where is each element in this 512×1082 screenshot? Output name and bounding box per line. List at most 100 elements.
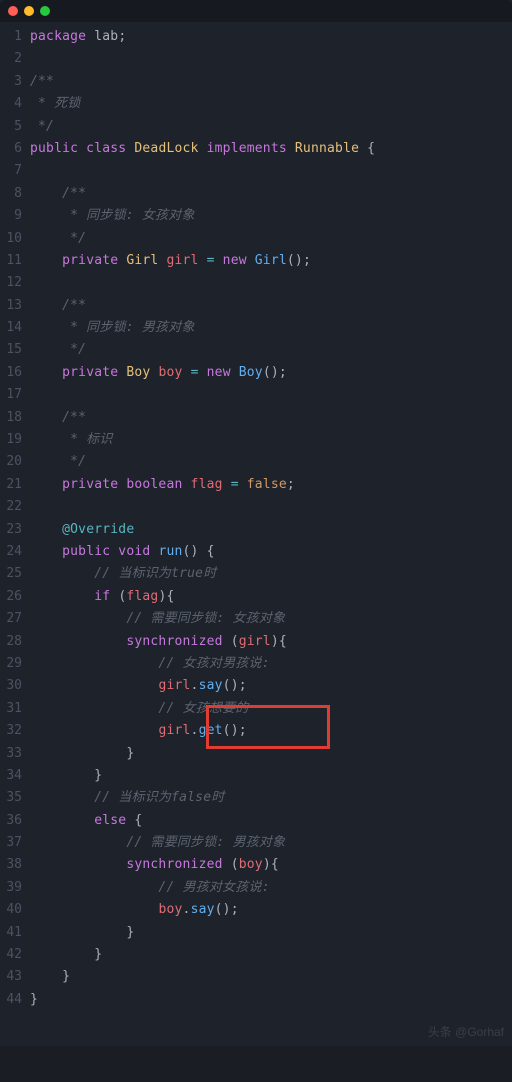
code-line[interactable]: 17	[0, 384, 512, 406]
code-line[interactable]: 44}	[0, 989, 512, 1011]
code-line[interactable]: 25 // 当标识为true时	[0, 563, 512, 585]
code-line[interactable]: 19 * 标识	[0, 429, 512, 451]
code-line[interactable]: 9 * 同步锁: 女孩对象	[0, 205, 512, 227]
code-content: }	[30, 922, 512, 944]
line-number: 1	[0, 26, 30, 48]
line-number: 43	[0, 966, 30, 988]
code-line[interactable]: 8 /**	[0, 183, 512, 205]
line-number: 15	[0, 339, 30, 361]
line-number: 29	[0, 653, 30, 675]
line-number: 26	[0, 586, 30, 608]
line-number: 13	[0, 295, 30, 317]
code-line[interactable]: 38 synchronized (boy){	[0, 854, 512, 876]
code-line[interactable]: 24 public void run() {	[0, 541, 512, 563]
code-line[interactable]: 31 // 女孩想要的	[0, 698, 512, 720]
line-number: 16	[0, 362, 30, 384]
code-line[interactable]: 30 girl.say();	[0, 675, 512, 697]
code-content: }	[30, 743, 512, 765]
code-content: boy.say();	[30, 899, 512, 921]
zoom-icon[interactable]	[40, 6, 50, 16]
code-line[interactable]: 15 */	[0, 339, 512, 361]
code-editor[interactable]: 1package lab;23/**4 * 死锁5 */6public clas…	[0, 22, 512, 1019]
code-line[interactable]: 36 else {	[0, 810, 512, 832]
line-number: 19	[0, 429, 30, 451]
code-content: // 女孩对男孩说:	[30, 653, 512, 675]
code-content: synchronized (girl){	[30, 631, 512, 653]
line-number: 9	[0, 205, 30, 227]
code-line[interactable]: 34 }	[0, 765, 512, 787]
code-line[interactable]: 28 synchronized (girl){	[0, 631, 512, 653]
code-content: else {	[30, 810, 512, 832]
code-line[interactable]: 14 * 同步锁: 男孩对象	[0, 317, 512, 339]
code-content: * 标识	[30, 429, 512, 451]
line-number: 24	[0, 541, 30, 563]
code-line[interactable]: 18 /**	[0, 407, 512, 429]
code-line[interactable]: 7	[0, 160, 512, 182]
minimize-icon[interactable]	[24, 6, 34, 16]
line-number: 41	[0, 922, 30, 944]
code-line[interactable]: 12	[0, 272, 512, 294]
code-line[interactable]: 43 }	[0, 966, 512, 988]
code-content: * 死锁	[30, 93, 512, 115]
line-number: 10	[0, 228, 30, 250]
code-line[interactable]: 22	[0, 496, 512, 518]
code-content: * 同步锁: 女孩对象	[30, 205, 512, 227]
code-content: public void run() {	[30, 541, 512, 563]
line-number: 30	[0, 675, 30, 697]
code-line[interactable]: 40 boy.say();	[0, 899, 512, 921]
code-line[interactable]: 6public class DeadLock implements Runnab…	[0, 138, 512, 160]
code-content: /**	[30, 407, 512, 429]
code-content: // 当标识为true时	[30, 563, 512, 585]
code-content: girl.say();	[30, 675, 512, 697]
line-number: 3	[0, 71, 30, 93]
code-line[interactable]: 3/**	[0, 71, 512, 93]
code-line[interactable]: 42 }	[0, 944, 512, 966]
code-content: if (flag){	[30, 586, 512, 608]
code-line[interactable]: 21 private boolean flag = false;	[0, 474, 512, 496]
code-content: private Girl girl = new Girl();	[30, 250, 512, 272]
code-line[interactable]: 29 // 女孩对男孩说:	[0, 653, 512, 675]
code-line[interactable]: 20 */	[0, 451, 512, 473]
code-line[interactable]: 23 @Override	[0, 519, 512, 541]
code-line[interactable]: 27 // 需要同步锁: 女孩对象	[0, 608, 512, 630]
code-content: /**	[30, 295, 512, 317]
code-line[interactable]: 37 // 需要同步锁: 男孩对象	[0, 832, 512, 854]
code-line[interactable]: 10 */	[0, 228, 512, 250]
code-line[interactable]: 13 /**	[0, 295, 512, 317]
line-number: 22	[0, 496, 30, 518]
line-number: 33	[0, 743, 30, 765]
code-content: */	[30, 451, 512, 473]
code-line[interactable]: 2	[0, 48, 512, 70]
code-line[interactable]: 16 private Boy boy = new Boy();	[0, 362, 512, 384]
code-line[interactable]: 41 }	[0, 922, 512, 944]
code-line[interactable]: 4 * 死锁	[0, 93, 512, 115]
line-number: 6	[0, 138, 30, 160]
code-line[interactable]: 1package lab;	[0, 26, 512, 48]
line-number: 4	[0, 93, 30, 115]
code-line[interactable]: 39 // 男孩对女孩说:	[0, 877, 512, 899]
line-number: 35	[0, 787, 30, 809]
code-line[interactable]: 11 private Girl girl = new Girl();	[0, 250, 512, 272]
line-number: 31	[0, 698, 30, 720]
code-line[interactable]: 32 girl.get();	[0, 720, 512, 742]
line-number: 20	[0, 451, 30, 473]
code-content: package lab;	[30, 26, 512, 48]
code-line[interactable]: 26 if (flag){	[0, 586, 512, 608]
line-number: 42	[0, 944, 30, 966]
code-content: */	[30, 116, 512, 138]
line-number: 36	[0, 810, 30, 832]
code-content: @Override	[30, 519, 512, 541]
line-number: 17	[0, 384, 30, 406]
line-number: 21	[0, 474, 30, 496]
code-content: */	[30, 339, 512, 361]
line-number: 2	[0, 48, 30, 70]
close-icon[interactable]	[8, 6, 18, 16]
line-number: 40	[0, 899, 30, 921]
code-content: /**	[30, 71, 512, 93]
line-number: 28	[0, 631, 30, 653]
code-line[interactable]: 33 }	[0, 743, 512, 765]
code-line[interactable]: 35 // 当标识为false时	[0, 787, 512, 809]
code-content: // 需要同步锁: 女孩对象	[30, 608, 512, 630]
code-line[interactable]: 5 */	[0, 116, 512, 138]
line-number: 38	[0, 854, 30, 876]
